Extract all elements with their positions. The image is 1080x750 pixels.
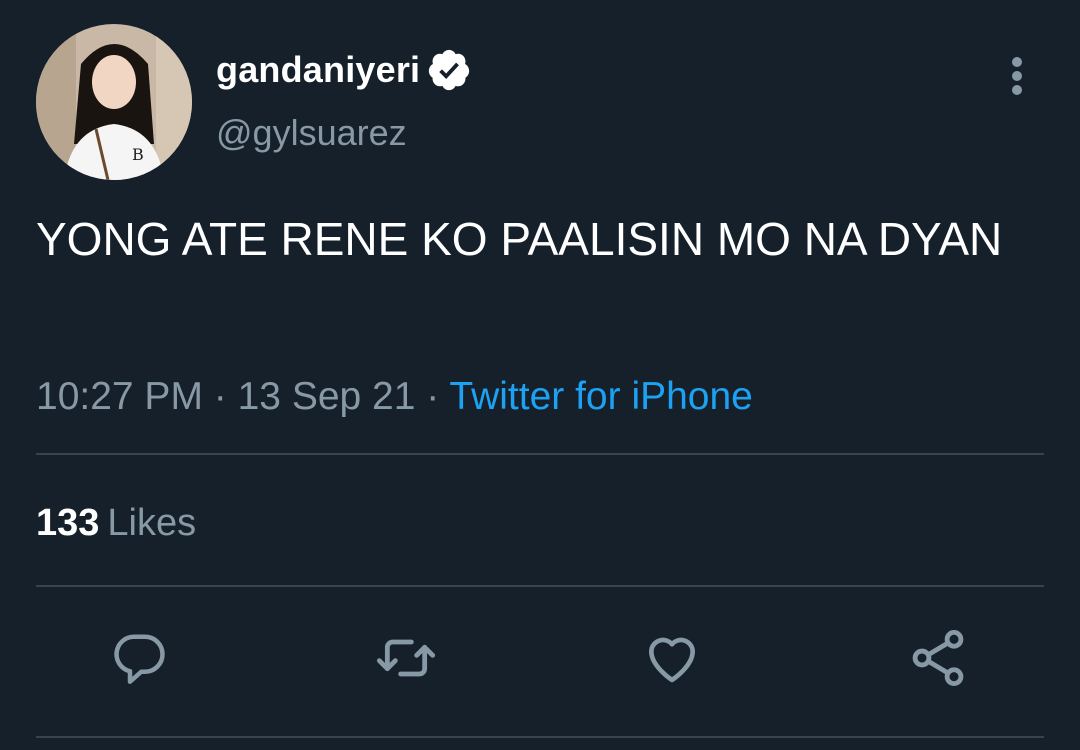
likes-stat[interactable]: 133 Likes (36, 500, 196, 546)
likes-count: 133 (36, 502, 100, 544)
divider-bottom (36, 585, 1044, 587)
tweet-text: YONG ATE RENE KO PAALISIN MO NA DYAN (36, 213, 1003, 265)
reply-button[interactable] (108, 626, 172, 690)
avatar-image: B (36, 24, 192, 180)
meta-separator: · (202, 375, 238, 418)
retweet-button[interactable] (374, 626, 438, 690)
like-button[interactable] (640, 626, 704, 690)
verified-badge-icon (429, 49, 470, 91)
display-name[interactable]: gandaniyeri (216, 49, 420, 91)
user-handle[interactable]: @gylsuarez (216, 112, 407, 154)
meta-separator-2: · (415, 375, 450, 418)
tweet-time[interactable]: 10:27 PM (36, 375, 203, 418)
retweet-icon (376, 639, 436, 677)
more-vertical-icon (1012, 57, 1022, 95)
svg-text:B: B (132, 145, 144, 164)
tweet-meta: 10:27 PM · 13 Sep 21 · Twitter for iPhon… (36, 372, 753, 422)
more-options-button[interactable] (1000, 54, 1034, 98)
author-name-row[interactable]: gandaniyeri (216, 44, 472, 96)
divider-top (36, 453, 1044, 455)
reply-icon (114, 634, 165, 684)
heart-icon (649, 637, 695, 683)
divider-footer (36, 736, 1044, 738)
tweet-source-link[interactable]: Twitter for iPhone (449, 375, 752, 418)
tweet-date[interactable]: 13 Sep 21 (238, 375, 416, 418)
likes-label: Likes (107, 502, 197, 544)
share-button[interactable] (906, 626, 970, 690)
share-icon (912, 630, 964, 686)
avatar[interactable]: B (36, 24, 192, 180)
